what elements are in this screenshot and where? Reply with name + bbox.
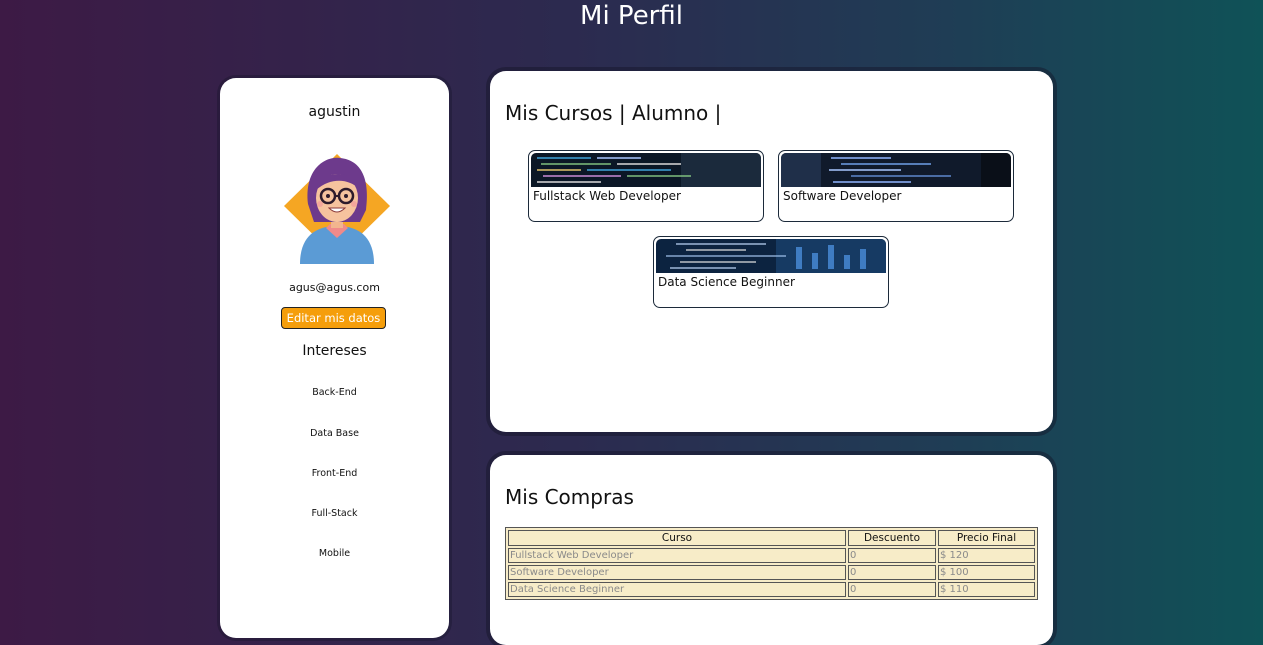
interest-item-mobile: Mobile	[318, 548, 351, 559]
profile-name: agustin	[308, 104, 361, 120]
column-header-curso: Curso	[508, 530, 846, 546]
course-thumbnail	[531, 153, 761, 187]
course-title: Software Developer	[783, 189, 902, 203]
interests-title: Intereses	[302, 343, 367, 359]
course-title: Fullstack Web Developer	[533, 189, 681, 203]
cell-course: Fullstack Web Developer	[508, 548, 846, 563]
table-row: Software Developer 0 $ 100	[508, 565, 1035, 580]
course-thumbnail	[656, 239, 886, 273]
courses-title: Mis Cursos | Alumno |	[505, 101, 722, 125]
cell-discount: 0	[848, 565, 936, 580]
cell-price: $ 120	[938, 548, 1035, 563]
column-header-descuento: Descuento	[848, 530, 936, 546]
table-row: Fullstack Web Developer 0 $ 120	[508, 548, 1035, 563]
course-card-data-science[interactable]: Data Science Beginner	[653, 236, 889, 308]
cell-discount: 0	[848, 548, 936, 563]
course-card-software[interactable]: Software Developer	[778, 150, 1014, 222]
table-row: Data Science Beginner 0 $ 110	[508, 582, 1035, 597]
cell-price: $ 100	[938, 565, 1035, 580]
page-title: Mi Perfil	[580, 1, 683, 31]
column-header-precio-final: Precio Final	[938, 530, 1035, 546]
profile-card: agustin agus@agus.com Editar mis datos I…	[220, 78, 449, 638]
cell-course: Data Science Beginner	[508, 582, 846, 597]
interest-item-front-end: Front-End	[311, 468, 358, 479]
avatar	[284, 154, 390, 264]
profile-email: agus@agus.com	[289, 281, 380, 294]
cell-course: Software Developer	[508, 565, 846, 580]
edit-profile-button[interactable]: Editar mis datos	[281, 307, 386, 329]
interest-item-back-end: Back-End	[312, 387, 357, 398]
table-header-row: Curso Descuento Precio Final	[508, 530, 1035, 546]
cell-discount: 0	[848, 582, 936, 597]
cell-price: $ 110	[938, 582, 1035, 597]
purchases-table: Curso Descuento Precio Final Fullstack W…	[505, 527, 1038, 600]
course-card-fullstack[interactable]: Fullstack Web Developer	[528, 150, 764, 222]
purchases-panel: Mis Compras Curso Descuento Precio Final…	[490, 455, 1053, 645]
course-title: Data Science Beginner	[658, 275, 795, 289]
courses-panel: Mis Cursos | Alumno | Fullstack Web Deve…	[490, 71, 1053, 432]
interest-item-data-base: Data Base	[310, 428, 359, 439]
interest-item-full-stack: Full-Stack	[311, 508, 358, 519]
course-thumbnail	[781, 153, 1011, 187]
purchases-title: Mis Compras	[505, 485, 634, 509]
